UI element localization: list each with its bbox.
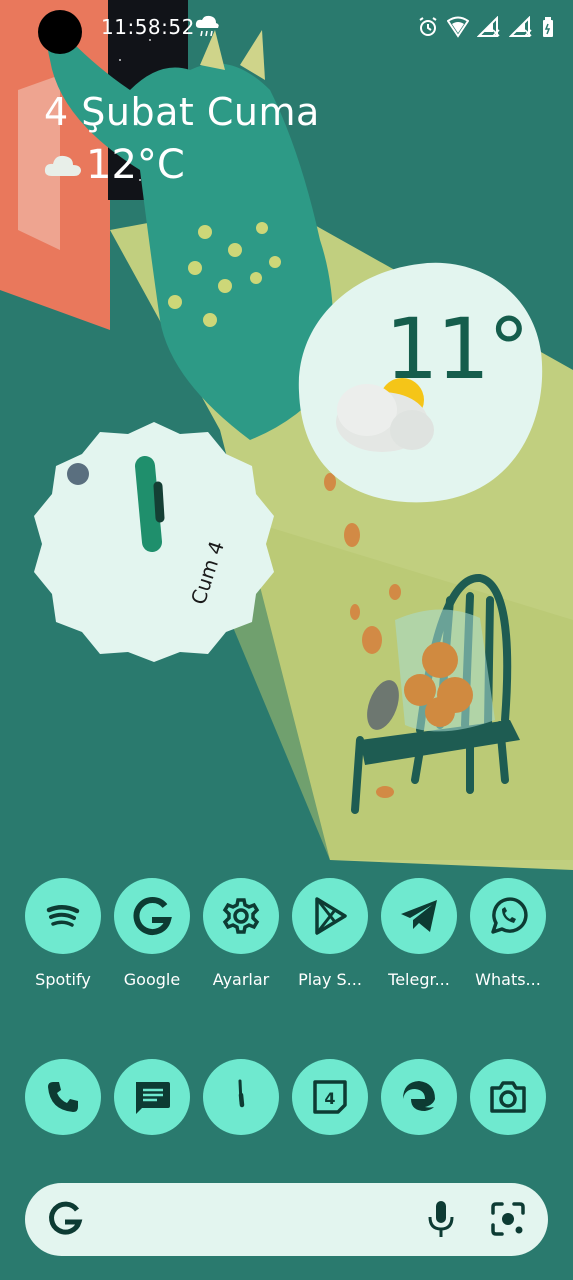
- calendar-icon[interactable]: 4: [292, 1059, 368, 1135]
- signal-2-icon: [509, 16, 532, 37]
- clock-icon[interactable]: [203, 1059, 279, 1135]
- app-label[interactable]: Google: [107, 970, 197, 989]
- date-text[interactable]: 4 Şubat Cuma: [44, 90, 320, 134]
- wifi-icon: [447, 16, 469, 38]
- search-bar[interactable]: [25, 1183, 548, 1256]
- status-bar: 11:58:52: [0, 0, 573, 56]
- app-label[interactable]: Telegr...: [374, 970, 464, 989]
- signal-1-icon: [477, 16, 500, 37]
- phone-icon[interactable]: [25, 1059, 101, 1135]
- app-label[interactable]: Ayarlar: [196, 970, 286, 989]
- clock-face: [34, 422, 274, 662]
- current-weather[interactable]: 12°C: [44, 142, 320, 188]
- app-row: Spotify Google Ayarlar Play S... Telegr.…: [0, 878, 573, 998]
- whatsapp-icon[interactable]: [470, 878, 546, 954]
- telegram-icon[interactable]: [381, 878, 457, 954]
- settings-icon[interactable]: [203, 878, 279, 954]
- spotify-icon[interactable]: [25, 878, 101, 954]
- dock: 4: [0, 1059, 573, 1179]
- cloud-icon: [44, 155, 81, 176]
- clock-widget[interactable]: [30, 418, 278, 664]
- google-g-icon[interactable]: [47, 1201, 83, 1237]
- app-label[interactable]: Spotify: [18, 970, 108, 989]
- messages-icon[interactable]: [114, 1059, 190, 1135]
- microphone-icon[interactable]: [426, 1199, 456, 1239]
- clock-minute-hand: [135, 456, 162, 552]
- weather-widget-temperature: 11°: [385, 300, 530, 398]
- alarm-icon: [419, 17, 437, 36]
- clock-second-dot: [67, 463, 89, 485]
- status-time: 11:58:52: [101, 15, 195, 39]
- at-a-glance-widget[interactable]: 4 Şubat Cuma 12°C: [44, 90, 320, 188]
- weather-widget[interactable]: 11°: [297, 262, 543, 504]
- app-label[interactable]: Play S...: [285, 970, 375, 989]
- camera-cutout: [38, 10, 82, 54]
- edge-browser-icon[interactable]: [381, 1059, 457, 1135]
- temperature-text: 12°C: [86, 142, 185, 188]
- lens-icon[interactable]: [490, 1201, 526, 1237]
- google-icon[interactable]: [114, 878, 190, 954]
- calendar-day: 4: [324, 1089, 335, 1108]
- clock-hour-hand: [153, 481, 165, 523]
- battery-icon: [543, 17, 553, 37]
- camera-icon[interactable]: [470, 1059, 546, 1135]
- weather-rain-icon: [195, 15, 219, 37]
- play-store-icon[interactable]: [292, 878, 368, 954]
- app-label[interactable]: Whats...: [463, 970, 553, 989]
- status-icons: [417, 14, 555, 40]
